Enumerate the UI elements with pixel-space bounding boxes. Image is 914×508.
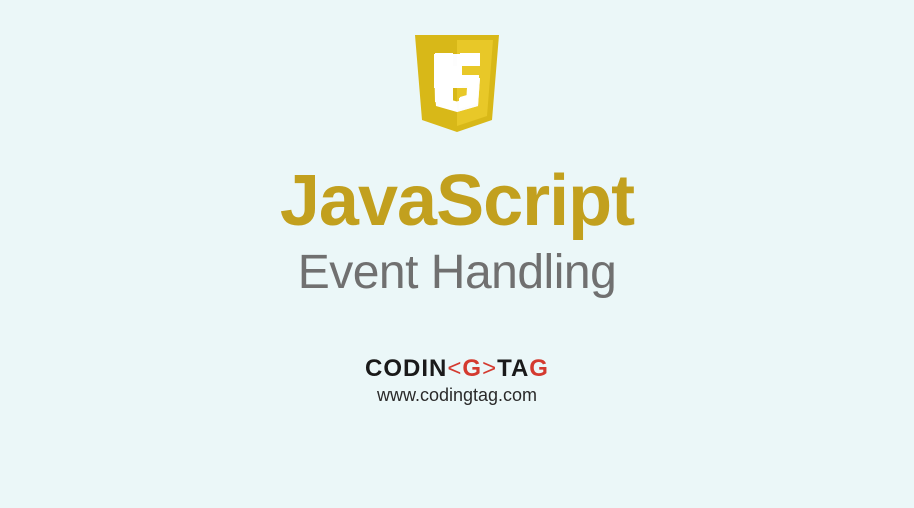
page-subtitle: Event Handling [298, 245, 617, 300]
brand-part-g1: G [462, 355, 482, 382]
bracket-right-icon: > [482, 355, 497, 382]
brand-logo: CODIN<G>TAG [365, 355, 549, 383]
js-shield-icon [407, 30, 507, 140]
brand-part-codin: CODIN [365, 355, 447, 382]
brand-url: www.codingtag.com [377, 385, 537, 406]
bracket-left-icon: < [447, 355, 462, 382]
js-logo [407, 30, 507, 145]
brand-part-ta: TA [497, 355, 529, 382]
brand-part-g2: G [529, 355, 549, 382]
page-title: JavaScript [280, 165, 634, 237]
